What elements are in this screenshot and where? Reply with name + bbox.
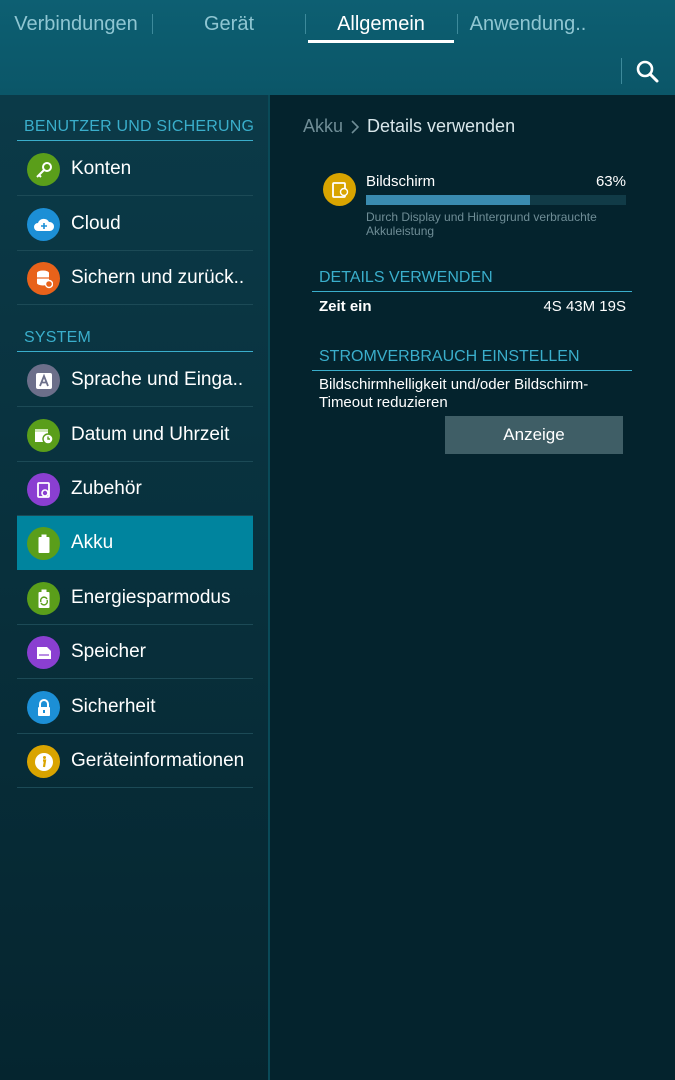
power-saving-icon xyxy=(27,582,60,615)
sidebar-item-sprache[interactable]: Sprache und Einga.. xyxy=(17,353,253,407)
sidebar-item-geraeteinformationen[interactable]: Geräteinformationen xyxy=(17,734,253,788)
tab-verbindungen[interactable]: Verbindungen xyxy=(0,0,152,48)
storage-icon xyxy=(27,636,60,669)
tab-anwendungen[interactable]: Anwendung.. xyxy=(458,0,598,48)
section-header-user-backup: BENUTZER UND SICHERUNG xyxy=(24,118,255,135)
usage-app-name: Bildschirm xyxy=(366,173,436,190)
search-button[interactable] xyxy=(634,58,662,86)
section-header-system: SYSTEM xyxy=(24,329,91,346)
sidebar-item-cloud[interactable]: Cloud xyxy=(17,197,253,251)
power-suggestion: Bildschirmhelligkeit und/oder Bildschirm… xyxy=(319,376,589,411)
cloud-icon xyxy=(27,208,60,241)
sidebar-item-label: Sprache und Einga.. xyxy=(71,369,244,390)
sidebar-item-speicher[interactable]: Speicher xyxy=(17,625,253,679)
language-icon xyxy=(27,364,60,397)
section-divider xyxy=(17,140,253,141)
breadcrumb-parent[interactable]: Akku xyxy=(303,116,343,137)
section-divider xyxy=(312,291,632,292)
section-divider xyxy=(17,351,253,352)
section-divider xyxy=(312,370,632,371)
accessory-icon xyxy=(27,473,60,506)
time-on-label: Zeit ein xyxy=(319,298,372,315)
chevron-right-icon xyxy=(350,116,360,140)
usage-progress-fill xyxy=(366,195,530,205)
sidebar-item-konten[interactable]: Konten xyxy=(17,142,253,196)
sidebar-item-label: Cloud xyxy=(71,213,121,234)
usage-progress-bar xyxy=(366,195,626,205)
sidebar-item-label: Datum und Uhrzeit xyxy=(71,424,230,445)
sidebar-item-label: Konten xyxy=(71,158,132,179)
usage-percent: 63% xyxy=(595,173,626,190)
sidebar-item-sichern[interactable]: Sichern und zurück.. xyxy=(17,251,253,305)
backup-icon xyxy=(27,262,60,295)
sidebar-item-energiesparmodus[interactable]: Energiesparmodus xyxy=(17,571,253,625)
lock-icon xyxy=(27,691,60,724)
battery-icon xyxy=(27,527,60,560)
sidebar-item-zubehoer[interactable]: Zubehör xyxy=(17,462,253,516)
sidebar-item-sicherheit[interactable]: Sicherheit xyxy=(17,680,253,734)
calendar-clock-icon xyxy=(27,419,60,452)
active-tab-indicator xyxy=(308,40,454,43)
sidebar-item-label: Speicher xyxy=(71,641,146,662)
sidebar-item-label: Akku xyxy=(71,532,114,553)
key-icon xyxy=(27,153,60,186)
search-separator xyxy=(621,58,622,84)
details-section-header: DETAILS VERWENDEN xyxy=(319,269,493,286)
sidebar-item-akku[interactable]: Akku xyxy=(17,516,253,570)
search-icon xyxy=(636,60,659,83)
breadcrumb-current: Details verwenden xyxy=(367,116,516,136)
sidebar-item-label: Energiesparmodus xyxy=(71,587,231,608)
sidebar-item-label: Geräteinformationen xyxy=(71,750,245,771)
sidebar-divider xyxy=(268,95,270,1080)
screen-icon xyxy=(323,173,356,206)
top-bar: Verbindungen Gerät Allgemein Anwendung.. xyxy=(0,0,675,95)
power-section-header: STROMVERBRAUCH EINSTELLEN xyxy=(319,348,580,365)
time-on-value: 4S 43M 19S xyxy=(543,298,626,315)
tab-geraet[interactable]: Gerät xyxy=(153,0,305,48)
sidebar-item-label: Sicherheit xyxy=(71,696,156,717)
info-icon xyxy=(27,745,60,778)
display-settings-button[interactable]: Anzeige xyxy=(445,416,623,454)
sidebar-item-datum[interactable]: Datum und Uhrzeit xyxy=(17,408,253,462)
usage-description: Durch Display und Hintergrund verbraucht… xyxy=(366,210,597,238)
sidebar-item-label: Sichern und zurück.. xyxy=(71,267,245,288)
sidebar-item-label: Zubehör xyxy=(71,478,142,499)
